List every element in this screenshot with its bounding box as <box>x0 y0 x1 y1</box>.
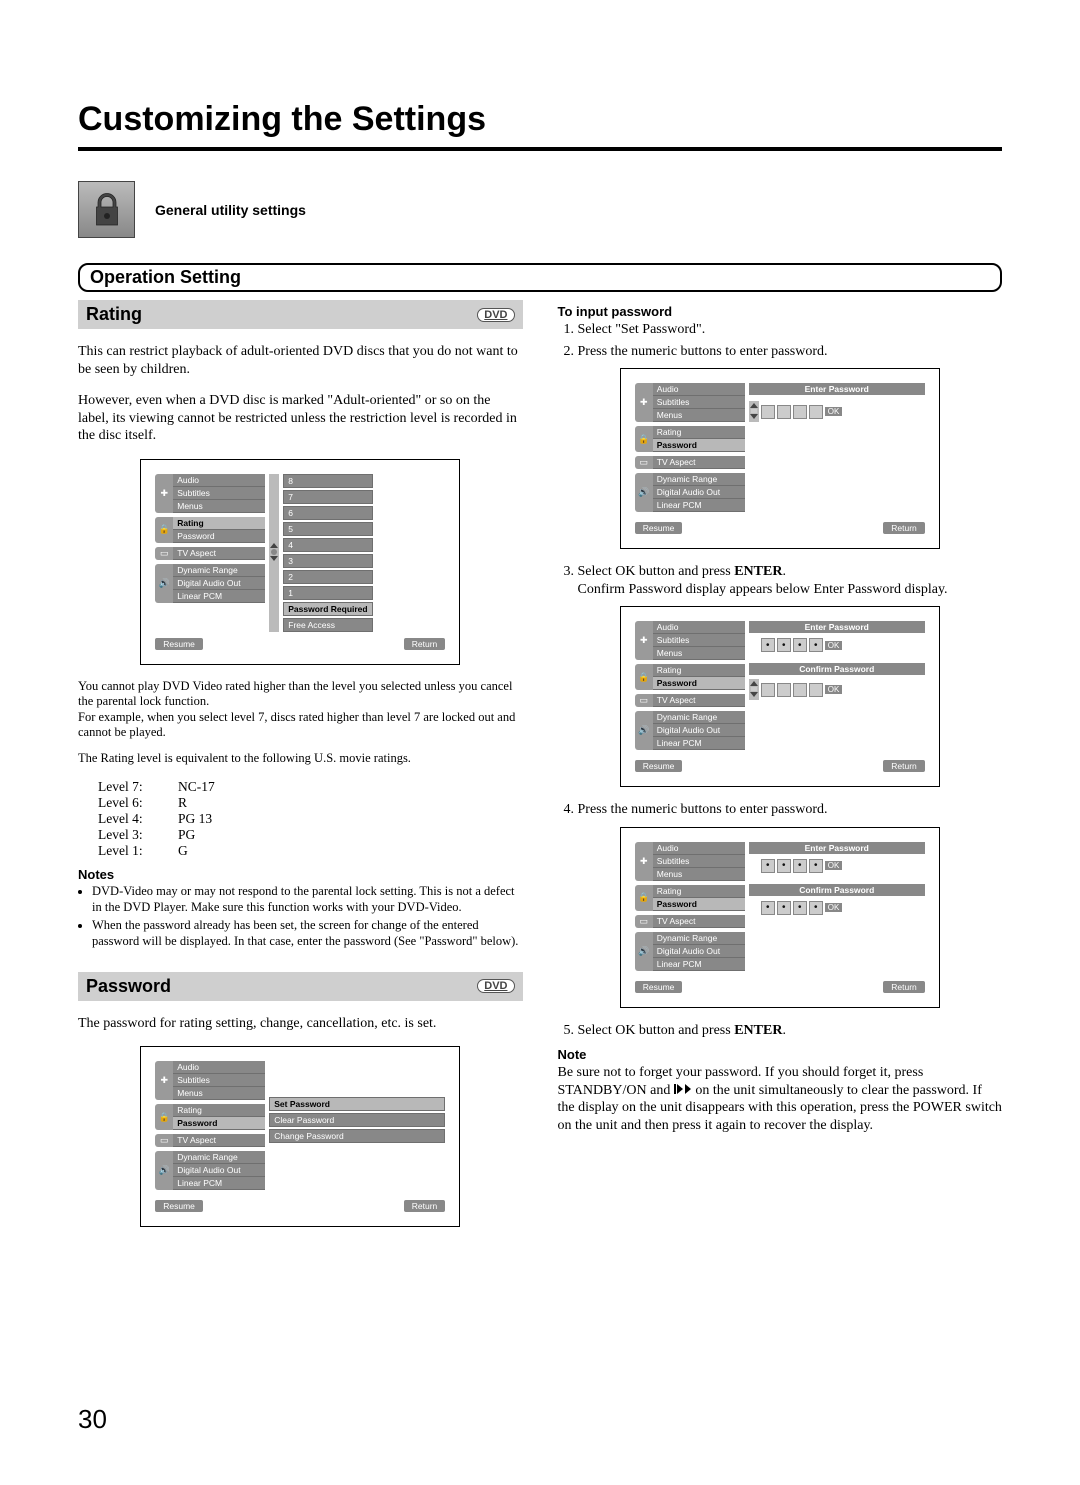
rating-heading: Rating <box>86 304 142 325</box>
rating-p1: This can restrict playback of adult-orie… <box>78 343 523 378</box>
osd-resume: Resume <box>155 638 203 650</box>
password-p1: The password for rating setting, change,… <box>78 1015 523 1033</box>
rating-p2: However, even when a DVD disc is marked … <box>78 392 523 445</box>
lead-label: General utility settings <box>155 202 306 218</box>
page-title: Customizing the Settings <box>78 100 1002 139</box>
note-body: Be sure not to forget your password. If … <box>558 1064 1003 1134</box>
osd-confirm-pw-filled: ✚ AudioSubtitlesMenus 🔒 RatingPassword ▭… <box>620 827 940 1008</box>
section-heading: Operation Setting <box>90 267 241 287</box>
step-3: Select OK button and press ENTER. Confir… <box>578 563 1003 598</box>
rating-note2: For example, when you select level 7, di… <box>78 710 523 741</box>
step-1: Select "Set Password". <box>578 321 1003 339</box>
notes-list: DVD-Video may or may not respond to the … <box>78 884 523 950</box>
note-heading: Note <box>558 1047 1003 1062</box>
rating-heading-bar: Rating DVD <box>78 300 523 329</box>
osd-return: Return <box>404 638 446 650</box>
osd-confirm-pw-blank: ✚ AudioSubtitlesMenus 🔒 RatingPassword ▭… <box>620 606 940 787</box>
lock-icon <box>78 181 135 238</box>
skip-back-icon <box>674 1082 692 1100</box>
step-5: Select OK button and press ENTER. <box>578 1022 1003 1040</box>
osd-password: ✚ AudioSubtitlesMenus 🔒 RatingPassword ▭… <box>140 1046 460 1227</box>
step-4: Press the numeric buttons to enter passw… <box>578 801 1003 819</box>
page-number: 30 <box>78 1404 107 1435</box>
password-heading: Password <box>86 976 171 997</box>
step-2: Press the numeric buttons to enter passw… <box>578 343 1003 361</box>
osd-enter-pw-blank: ✚ AudioSubtitlesMenus 🔒 RatingPassword ▭… <box>620 368 940 549</box>
title-rule <box>78 147 1002 151</box>
rating-equiv: The Rating level is equivalent to the fo… <box>78 751 523 767</box>
to-input-password-head: To input password <box>558 304 1003 319</box>
ratings-table: Level 7:NC-17 Level 6:R Level 4:PG 13 Le… <box>98 779 523 859</box>
notes-heading: Notes <box>78 867 523 882</box>
rating-note1: You cannot play DVD Video rated higher t… <box>78 679 523 710</box>
dvd-badge: DVD <box>477 308 514 322</box>
password-heading-bar: Password DVD <box>78 972 523 1001</box>
dvd-badge-2: DVD <box>477 979 514 993</box>
section-heading-box: Operation Setting <box>78 263 1002 292</box>
osd-rating: ✚ AudioSubtitlesMenus 🔒 RatingPassword ▭… <box>140 459 460 665</box>
